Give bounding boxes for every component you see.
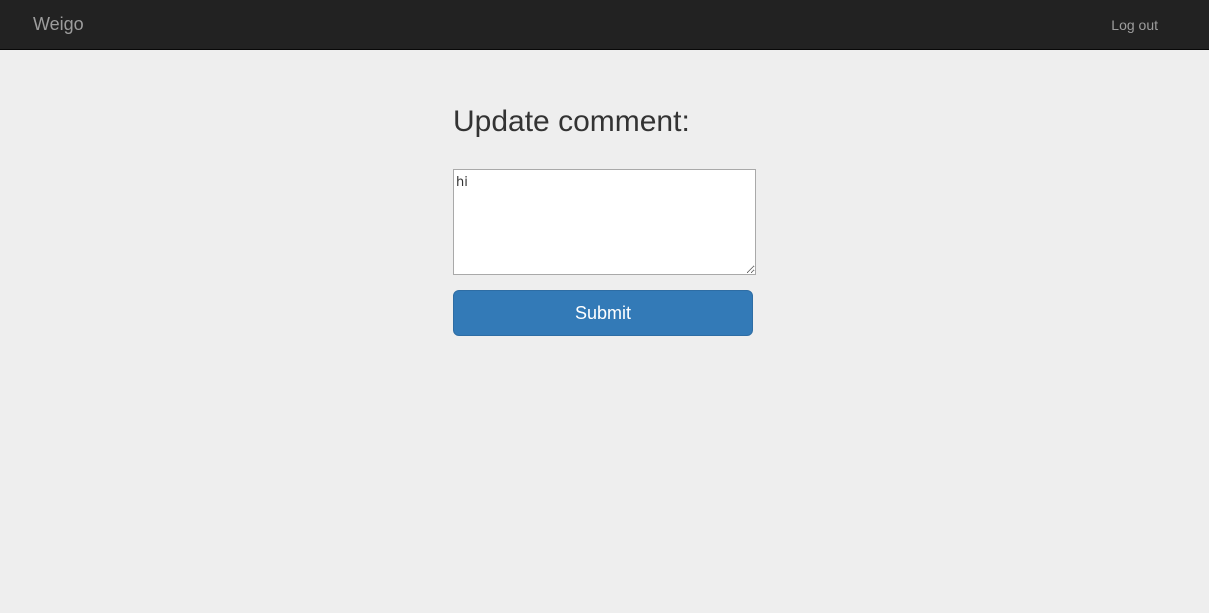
navbar: Weigo Log out — [0, 0, 1209, 50]
brand-link[interactable]: Weigo — [33, 14, 84, 34]
logout-link[interactable]: Log out — [1111, 16, 1158, 34]
submit-button[interactable]: Submit — [453, 290, 753, 336]
comment-form-container: Update comment: hi Submit — [453, 100, 758, 336]
page-title: Update comment: — [453, 105, 690, 138]
comment-textarea[interactable]: hi — [453, 169, 756, 275]
